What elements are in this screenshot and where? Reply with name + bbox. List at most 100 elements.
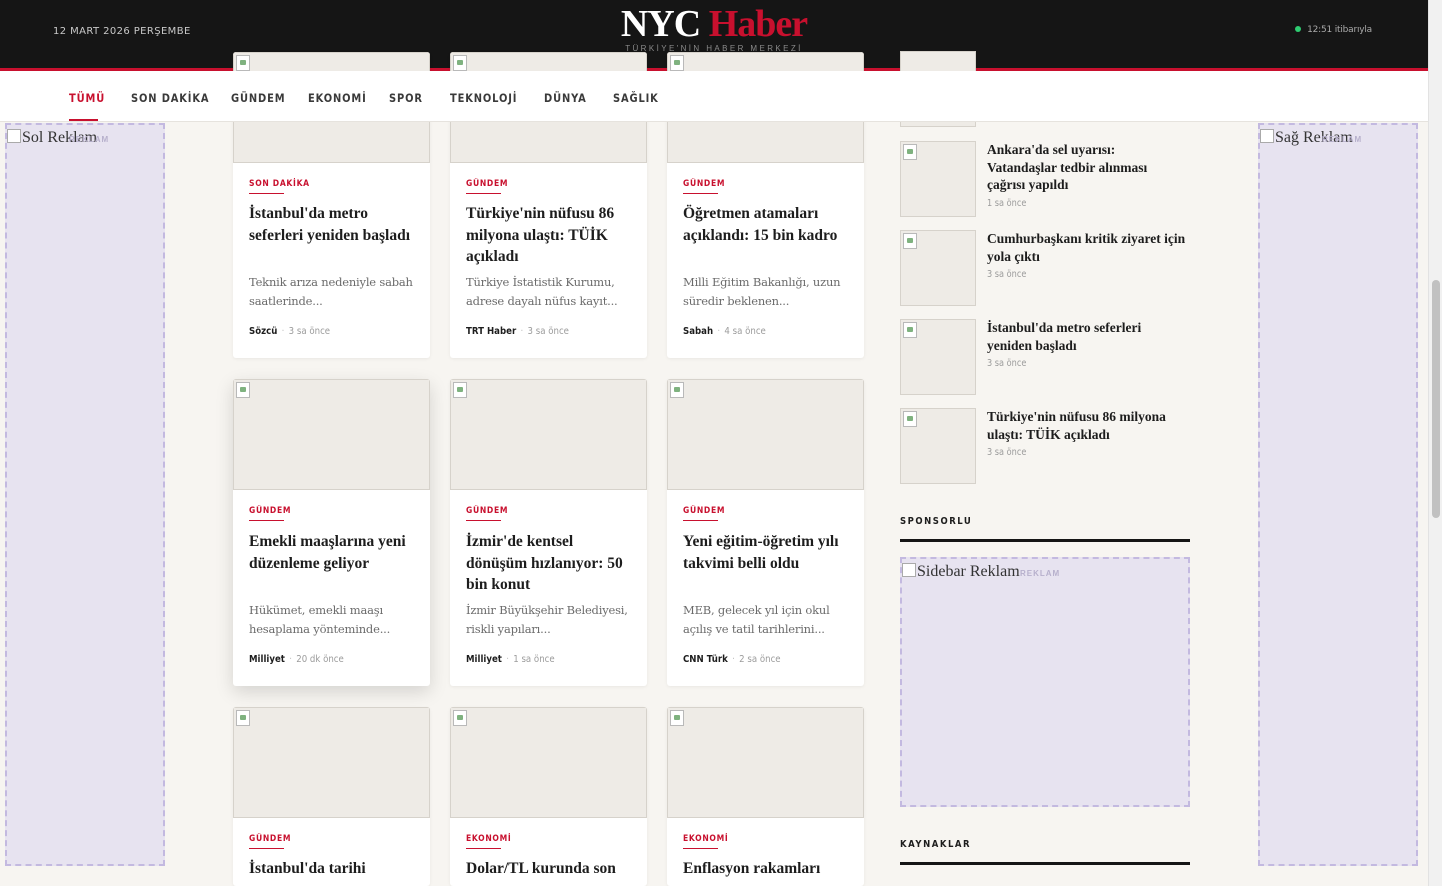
sidebar-news-item[interactable]: İstanbul'da metro seferleri yeniden başl… [900, 319, 1190, 395]
nav-item-ekonomi[interactable]: EKONOMİ [308, 91, 367, 105]
card-time: 4 sa önce [724, 326, 766, 337]
card-category[interactable]: GÜNDEM [466, 506, 508, 516]
card-image[interactable] [450, 707, 647, 818]
card-image[interactable] [233, 707, 430, 818]
card-title[interactable]: Enflasyon rakamları [683, 858, 851, 880]
broken-image-icon [670, 382, 684, 398]
card-time: 3 sa önce [527, 326, 569, 337]
nav-item-son-dakika[interactable]: SON DAKİKA [131, 91, 209, 105]
card-excerpt: Hükümet, emekli maaşı hesaplama yöntemin… [249, 603, 391, 636]
card-image[interactable] [233, 379, 430, 490]
site-logo[interactable]: NYC Haber [0, 4, 1428, 44]
card-meta: Sözcü · 3 sa önce [249, 326, 331, 337]
card-image[interactable] [667, 379, 864, 490]
left-ad[interactable]: Sol Reklam REKLAM [5, 123, 165, 866]
nav-item-dunya[interactable]: DÜNYA [544, 91, 587, 105]
sidebar-title[interactable]: İstanbul'da metro seferleri yeniden başl… [987, 319, 1187, 354]
ad-tag: REKLAM [1020, 569, 1061, 578]
sidebar-title[interactable]: Cumhurbaşkanı kritik ziyaret için yola ç… [987, 230, 1187, 265]
nav-item-gundem[interactable]: GÜNDEM [231, 91, 285, 105]
category-underline [466, 193, 501, 194]
card-time: 20 dk önce [296, 654, 344, 665]
sidebar-ad[interactable]: Sidebar Reklam REKLAM [900, 557, 1190, 807]
broken-image-icon [903, 322, 917, 338]
news-card[interactable]: EKONOMİ Dolar/TL kurunda son [450, 707, 647, 886]
category-nav: TÜMÜ SON DAKİKA GÜNDEM EKONOMİ SPOR TEKN… [0, 71, 1428, 122]
nav-item-saglik[interactable]: SAĞLIK [613, 91, 659, 105]
category-underline [683, 520, 718, 521]
sidebar-thumb[interactable] [900, 141, 976, 217]
sidebar-ad-label: Sidebar Reklam [902, 563, 1020, 581]
card-excerpt: Türkiye İstatistik Kurumu, adrese dayalı… [466, 275, 618, 308]
card-title[interactable]: Emekli maaşlarına yeni düzenleme geliyor [249, 531, 417, 574]
sidebar-thumb[interactable] [900, 408, 976, 484]
card-source: CNN Türk [683, 654, 728, 665]
card-image[interactable] [450, 379, 647, 490]
news-card[interactable]: EKONOMİ Enflasyon rakamları [667, 707, 864, 886]
broken-image-icon [7, 129, 21, 143]
ad-tag: REKLAM [1322, 135, 1363, 144]
sidebar-time: 3 sa önce [987, 358, 1027, 369]
active-nav-underline [69, 119, 98, 121]
broken-image-icon [902, 563, 916, 577]
sidebar-title[interactable]: Ankara'da sel uyarısı: Vatandaşlar tedbi… [987, 141, 1187, 194]
news-card[interactable]: GÜNDEM Yeni eğitim-öğretim yılı takvimi … [667, 379, 864, 686]
card-title[interactable]: İstanbul'da tarihi [249, 858, 417, 880]
sidebar-news-item[interactable]: Türkiye'nin nüfusu 86 milyona ulaştı: TÜ… [900, 408, 1190, 484]
card-category[interactable]: GÜNDEM [249, 834, 291, 844]
card-source: Sözcü [249, 326, 278, 337]
broken-image-icon [903, 233, 917, 249]
category-underline [249, 520, 284, 521]
card-category[interactable]: GÜNDEM [466, 179, 508, 189]
card-excerpt: Milli Eğitim Bakanlığı, uzun süredir bek… [683, 275, 841, 308]
card-meta: CNN Türk · 2 sa önce [683, 654, 781, 665]
card-title[interactable]: İzmir'de kentsel dönüşüm hızlanıyor: 50 … [466, 531, 634, 596]
news-card[interactable]: GÜNDEM İzmir'de kentsel dönüşüm hızlanıy… [450, 379, 647, 686]
card-source: Milliyet [249, 654, 285, 665]
news-card[interactable]: GÜNDEM Emekli maaşlarına yeni düzenleme … [233, 379, 430, 686]
card-category[interactable]: GÜNDEM [683, 506, 725, 516]
scrollbar-thumb[interactable] [1432, 280, 1440, 518]
card-time: 1 sa önce [513, 654, 555, 665]
broken-image-icon [453, 55, 467, 71]
card-category[interactable]: EKONOMİ [683, 834, 728, 844]
card-time: 2 sa önce [739, 654, 781, 665]
card-title[interactable]: Dolar/TL kurunda son [466, 858, 634, 880]
card-category[interactable]: EKONOMİ [466, 834, 511, 844]
broken-image-icon [670, 55, 684, 71]
sidebar-time: 3 sa önce [987, 447, 1027, 458]
category-underline [249, 848, 284, 849]
sidebar-news-item[interactable]: Ankara'da sel uyarısı: Vatandaşlar tedbi… [900, 141, 1190, 217]
category-underline [249, 193, 284, 194]
card-title[interactable]: Türkiye'nin nüfusu 86 milyona ulaştı: TÜ… [466, 203, 634, 268]
news-card[interactable]: GÜNDEM İstanbul'da tarihi [233, 707, 430, 886]
broken-image-icon [670, 710, 684, 726]
card-category[interactable]: SON DAKİKA [249, 179, 310, 189]
card-title[interactable]: İstanbul'da metro seferleri yeniden başl… [249, 203, 417, 246]
category-underline [466, 848, 501, 849]
category-underline [683, 848, 718, 849]
sidebar-time: 3 sa önce [987, 269, 1027, 280]
card-category[interactable]: GÜNDEM [249, 506, 291, 516]
right-ad[interactable]: Sağ Reklam REKLAM [1258, 123, 1418, 866]
sidebar-news-item[interactable]: Cumhurbaşkanı kritik ziyaret için yola ç… [900, 230, 1190, 306]
live-time: 12:51 itibarıyla [1307, 25, 1372, 35]
broken-image-icon [236, 55, 250, 71]
sidebar-thumb[interactable] [900, 230, 976, 306]
card-title[interactable]: Öğretmen atamaları açıklandı: 15 bin kad… [683, 203, 851, 246]
card-meta: Milliyet · 1 sa önce [466, 654, 555, 665]
nav-item-tumu[interactable]: TÜMÜ [69, 91, 105, 105]
nav-item-spor[interactable]: SPOR [389, 91, 423, 105]
card-image[interactable] [667, 707, 864, 818]
card-category[interactable]: GÜNDEM [683, 179, 725, 189]
card-title[interactable]: Yeni eğitim-öğretim yılı takvimi belli o… [683, 531, 851, 574]
section-rule [900, 862, 1190, 865]
nav-item-teknoloji[interactable]: TEKNOLOJİ [450, 91, 517, 105]
sidebar-title[interactable]: Türkiye'nin nüfusu 86 milyona ulaştı: TÜ… [987, 408, 1187, 443]
page-scrollbar[interactable] [1428, 0, 1442, 886]
card-source: Sabah [683, 326, 714, 337]
logo-nyc: NYC [620, 3, 701, 45]
sidebar-thumb[interactable] [900, 319, 976, 395]
broken-image-icon [903, 144, 917, 160]
card-excerpt: İzmir Büyükşehir Belediyesi, riskli yapı… [466, 603, 628, 636]
